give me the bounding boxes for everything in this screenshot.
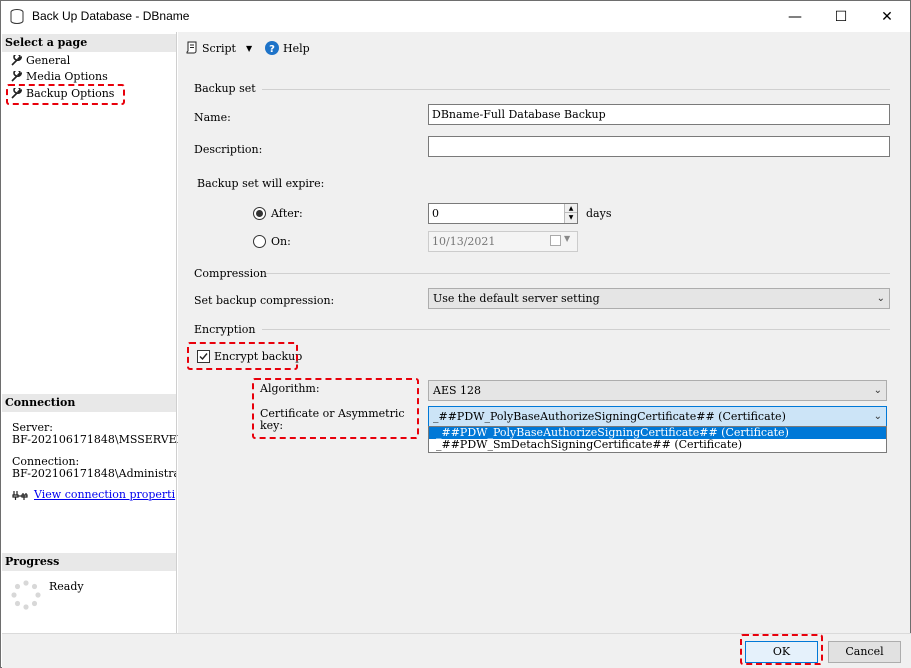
progress-spinner-icon [11, 580, 41, 610]
days-stepper[interactable]: ▲ ▼ [564, 204, 577, 223]
dialog-footer: OK Cancel [2, 633, 911, 668]
wrench-icon [11, 55, 22, 66]
stepper-up-icon[interactable]: ▲ [565, 204, 577, 213]
wrench-icon [11, 71, 22, 82]
algorithm-value: AES 128 [433, 384, 482, 397]
connection-value: BF-202106171848\Administrat [12, 467, 176, 480]
chevron-down-icon: ⌄ [873, 411, 882, 422]
close-button[interactable]: ✕ [864, 1, 910, 32]
certificate-label: Certificate or Asymmetric key: [260, 407, 405, 432]
chevron-down-icon: ⌄ [873, 385, 882, 396]
server-value: BF-202106171848\MSSERVER [12, 433, 185, 446]
cancel-button[interactable]: Cancel [828, 641, 901, 663]
help-button[interactable]: ? Help [265, 41, 310, 55]
ok-button[interactable]: OK [745, 641, 818, 663]
description-label: Description: [194, 143, 263, 156]
script-icon [186, 41, 197, 54]
script-button[interactable]: Script ▼ [185, 41, 252, 55]
maximize-icon: ☐ [834, 8, 848, 25]
page-item-media-options[interactable]: Media Options [10, 69, 108, 85]
close-icon: ✕ [881, 8, 893, 25]
on-radio[interactable] [253, 235, 266, 248]
view-connection-link-label: View connection properti [34, 488, 176, 501]
encrypt-backup-label: Encrypt backup [214, 350, 303, 363]
certificate-dropdown-list: _##PDW_PolyBaseAuthorizeSigningCertifica… [428, 426, 887, 453]
script-label: Script [202, 41, 236, 55]
select-page-header: Select a page [2, 34, 176, 52]
chevron-down-icon[interactable]: ▼ [246, 44, 252, 53]
database-icon [10, 9, 24, 24]
name-input[interactable]: DBname-Full Database Backup [428, 104, 890, 125]
certificate-select[interactable]: _##PDW_PolyBaseAuthorizeSigningCertifica… [428, 406, 887, 427]
stepper-down-icon[interactable]: ▼ [565, 213, 577, 222]
left-pane: Select a page General Media Options Back… [2, 32, 185, 633]
help-label: Help [283, 41, 310, 55]
connection-icon [12, 490, 28, 500]
page-item-backup-options[interactable]: Backup Options [10, 86, 114, 102]
title-bar: Back Up Database - DBname — ☐ ✕ [1, 1, 910, 32]
section-divider [266, 273, 890, 274]
certificate-value: _##PDW_PolyBaseAuthorizeSigningCertifica… [433, 410, 786, 423]
compression-select[interactable]: Use the default server setting ⌄ [428, 288, 890, 309]
after-radio[interactable] [253, 207, 266, 220]
expire-label: Backup set will expire: [197, 177, 325, 190]
svg-text:?: ? [269, 44, 275, 55]
description-input[interactable] [428, 136, 890, 157]
toolbar: Script ▼ ? Help [178, 32, 910, 66]
set-compression-label: Set backup compression: [194, 294, 335, 307]
encrypt-backup-checkbox[interactable] [197, 350, 210, 363]
algorithm-select[interactable]: AES 128 ⌄ [428, 380, 887, 401]
after-days-input[interactable]: 0 [428, 203, 578, 224]
backup-set-section-title: Backup set [194, 82, 256, 95]
date-dropdown-icon[interactable]: ▼ [564, 234, 570, 243]
connection-header: Connection [2, 394, 176, 412]
chevron-down-icon: ⌄ [876, 293, 885, 304]
minimize-button[interactable]: — [772, 1, 818, 32]
calendar-checkbox[interactable] [550, 235, 561, 246]
compression-value: Use the default server setting [433, 292, 600, 305]
algorithm-label: Algorithm: [260, 382, 320, 395]
help-icon: ? [265, 41, 279, 55]
right-pane: Script ▼ ? Help Backup set Name: DBname-… [178, 32, 910, 633]
progress-status: Ready [49, 580, 84, 593]
progress-header: Progress [2, 553, 176, 571]
view-connection-properties-link[interactable]: View connection properti [12, 488, 176, 501]
compression-section-title: Compression [194, 267, 267, 280]
page-item-label: General [26, 54, 71, 67]
checkmark-icon [199, 353, 208, 361]
wrench-icon [11, 88, 22, 99]
section-divider [262, 329, 890, 330]
page-item-general[interactable]: General [10, 53, 70, 69]
backup-database-window: Back Up Database - DBname — ☐ ✕ Select a… [0, 0, 911, 668]
days-label: days [586, 207, 612, 220]
backup-options-content: Backup set Name: DBname-Full Database Ba… [178, 70, 910, 633]
name-label: Name: [194, 111, 231, 124]
window-title: Back Up Database - DBname [32, 9, 190, 23]
section-divider [262, 89, 890, 90]
after-label: After: [271, 207, 303, 220]
page-item-label: Backup Options [26, 87, 115, 100]
encryption-section-title: Encryption [194, 323, 256, 336]
certificate-option[interactable]: _##PDW_SmDetachSigningCertificate## (Cer… [429, 439, 886, 451]
on-label: On: [271, 235, 291, 248]
minimize-icon: — [788, 8, 802, 25]
maximize-button[interactable]: ☐ [818, 1, 864, 32]
page-item-label: Media Options [26, 70, 108, 83]
